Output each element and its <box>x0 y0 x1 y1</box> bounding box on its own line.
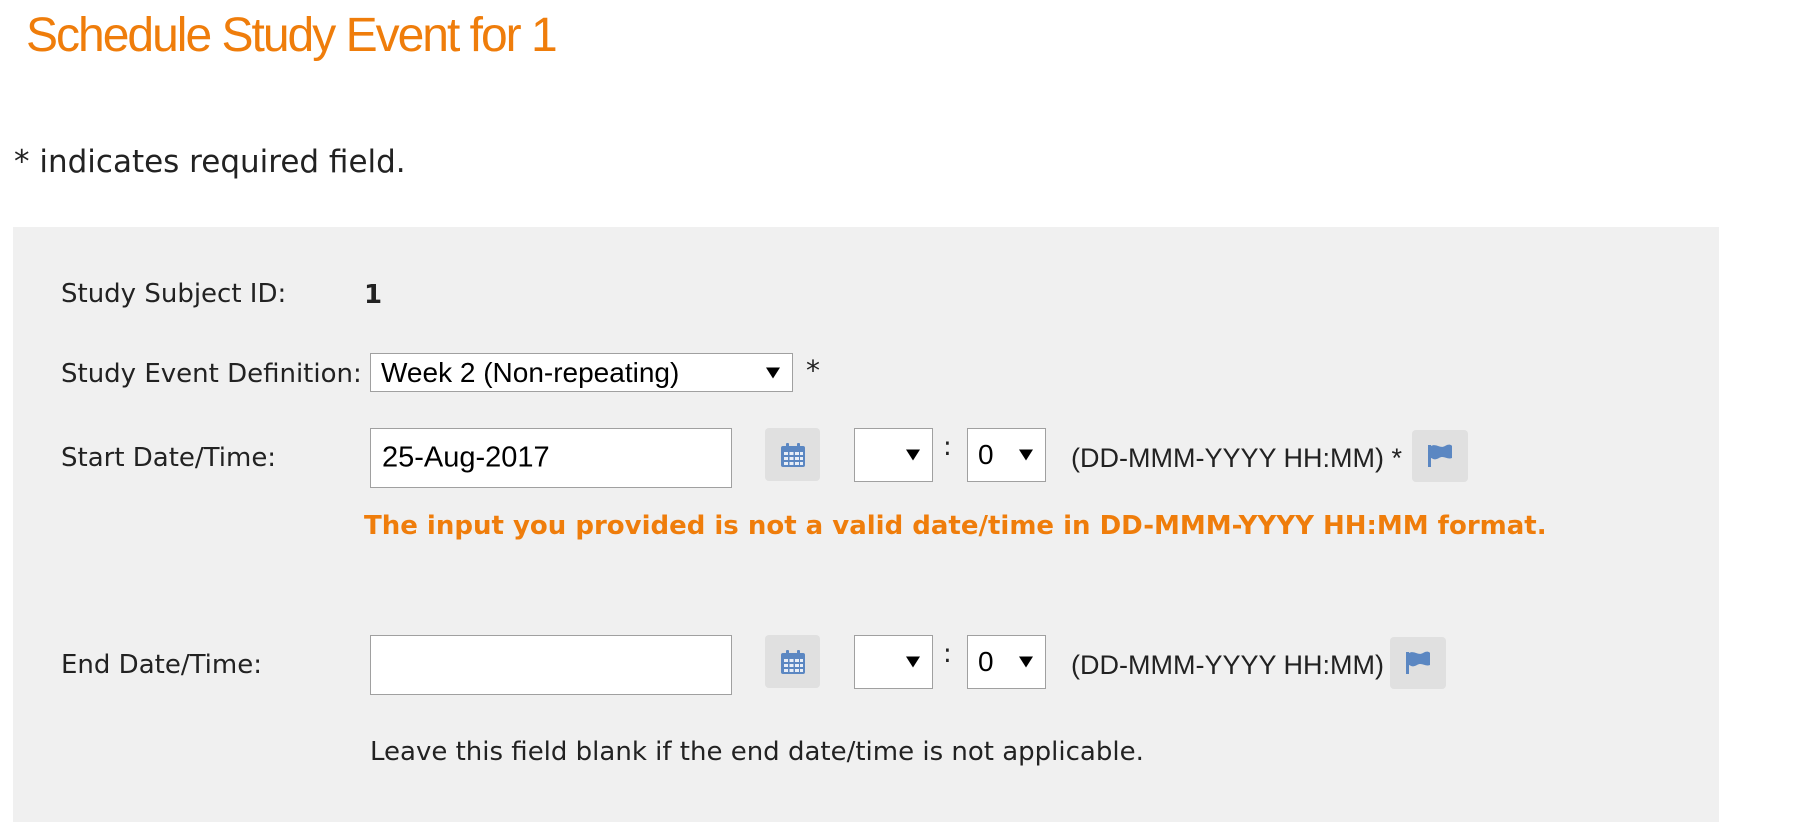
event-definition-label: Study Event Definition: <box>61 359 362 389</box>
chevron-down-icon <box>766 367 780 378</box>
event-definition-select[interactable]: Week 2 (Non-repeating) <box>370 353 793 392</box>
flag-icon <box>1406 651 1430 674</box>
end-hour-select[interactable] <box>854 635 933 689</box>
event-definition-selected: Week 2 (Non-repeating) <box>381 356 680 388</box>
chevron-down-icon <box>1019 449 1033 461</box>
time-separator: : <box>943 432 952 462</box>
end-date-input[interactable] <box>370 635 732 695</box>
chevron-down-icon <box>906 449 920 461</box>
subject-id-label: Study Subject ID: <box>61 279 287 309</box>
start-date-error: The input you provided is not a valid da… <box>364 511 1547 541</box>
required-asterisk: * <box>806 354 820 387</box>
chevron-down-icon <box>1019 656 1033 668</box>
start-minute-value: 0 <box>978 439 994 470</box>
start-calendar-button[interactable] <box>765 428 820 481</box>
schedule-study-event-page: Schedule Study Event for 1 * indicates r… <box>0 0 1801 840</box>
end-flag-button[interactable] <box>1390 637 1446 689</box>
start-hour-select[interactable] <box>854 428 933 482</box>
start-date-input[interactable]: 25-Aug-2017 <box>370 428 732 488</box>
start-format-hint: (DD-MMM-YYYY HH:MM) * <box>1071 443 1402 473</box>
required-field-note: * indicates required field. <box>14 144 406 180</box>
calendar-icon <box>780 442 805 467</box>
flag-icon <box>1428 444 1452 467</box>
start-date-value: 25-Aug-2017 <box>382 441 550 474</box>
end-calendar-button[interactable] <box>765 635 820 688</box>
calendar-icon <box>780 649 805 674</box>
start-date-label: Start Date/Time: <box>61 443 277 473</box>
time-separator: : <box>943 639 952 669</box>
end-format-hint: (DD-MMM-YYYY HH:MM) <box>1071 650 1384 680</box>
page-title: Schedule Study Event for 1 <box>26 9 558 62</box>
end-date-label: End Date/Time: <box>61 650 262 680</box>
chevron-down-icon <box>906 656 920 668</box>
start-minute-select[interactable]: 0 <box>967 428 1046 482</box>
end-minute-select[interactable]: 0 <box>967 635 1046 689</box>
end-date-help: Leave this field blank if the end date/t… <box>370 737 1144 767</box>
start-flag-button[interactable] <box>1412 430 1468 482</box>
subject-id-value: 1 <box>364 280 383 310</box>
end-minute-value: 0 <box>978 646 994 677</box>
